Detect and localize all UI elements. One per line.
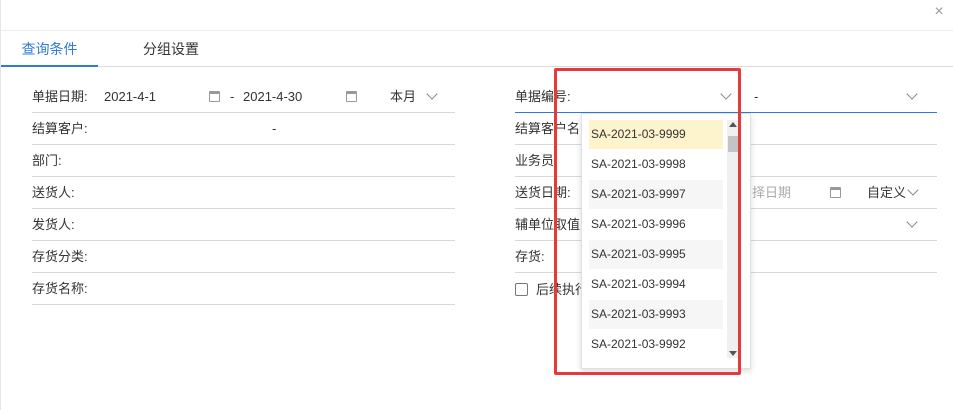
query-dialog: × 查询条件 分组设置 单据日期: 2021-4-1 - 2021-4-30 本… [0, 0, 953, 410]
field-document-date: 单据日期: 2021-4-1 - 2021-4-30 本月 [32, 81, 455, 113]
chevron-down-icon[interactable] [906, 88, 918, 100]
settlement-customer-label: 结算客户: [32, 121, 88, 136]
field-department[interactable]: 部门: [32, 145, 455, 177]
field-inventory-category[interactable]: 存货分类: [32, 241, 455, 273]
dropdown-option[interactable]: SA-2021-03-9999 [589, 120, 723, 149]
salesman-label: 业务员 [515, 153, 555, 168]
delivery-date-period-select[interactable]: 自定义 [867, 177, 906, 209]
calendar-icon[interactable] [830, 187, 841, 198]
tab-bar: 查询条件 分组设置 [1, 30, 953, 67]
chevron-down-icon[interactable] [720, 88, 732, 100]
scrollbar-thumb[interactable] [728, 136, 738, 152]
dropdown-option[interactable]: SA-2021-03-9998 [589, 150, 723, 179]
close-icon[interactable]: × [931, 4, 947, 20]
chevron-down-icon[interactable] [906, 216, 918, 228]
document-number-separator: - [754, 89, 759, 104]
dropdown-option[interactable]: SA-2021-03-9992 [589, 330, 723, 359]
field-delivery-person[interactable]: 送货人: [32, 177, 455, 209]
tab-group-settings[interactable]: 分组设置 [121, 31, 221, 67]
aux-unit-label: 辅单位取值 [515, 217, 581, 232]
dropdown-option[interactable]: SA-2021-03-9993 [589, 300, 723, 329]
follow-up-checkbox[interactable] [515, 283, 528, 296]
field-shipper[interactable]: 发货人: [32, 209, 455, 241]
chevron-down-icon[interactable] [426, 88, 438, 100]
inventory-label: 存货: [515, 249, 545, 264]
department-label: 部门: [32, 153, 62, 168]
chevron-down-icon[interactable] [907, 184, 919, 196]
delivery-date-label: 送货日期: [515, 185, 571, 200]
shipper-label: 发货人: [32, 217, 75, 232]
tab-query-conditions[interactable]: 查询条件 [1, 31, 98, 67]
inventory-category-label: 存货分类: [32, 249, 88, 264]
customer-name-label: 结算客户名 [515, 121, 581, 136]
field-inventory-name[interactable]: 存货名称: [32, 273, 455, 305]
delivery-person-label: 送货人: [32, 185, 75, 200]
dropdown-option[interactable]: SA-2021-03-9994 [589, 270, 723, 299]
document-date-label: 单据日期: [32, 89, 88, 104]
document-number-dropdown: SA-2021-03-9999 SA-2021-03-9998 SA-2021-… [581, 113, 751, 369]
field-document-number: 单据编号: - [515, 81, 937, 113]
date-to-input[interactable]: 2021-4-30 [243, 81, 302, 113]
calendar-icon[interactable] [209, 91, 220, 102]
dropdown-option[interactable]: SA-2021-03-9997 [589, 180, 723, 209]
scroll-up-arrow-icon[interactable] [729, 122, 737, 127]
field-settlement-customer: 结算客户: - [32, 113, 455, 145]
document-number-label: 单据编号: [515, 89, 571, 104]
calendar-icon[interactable] [346, 91, 357, 102]
scroll-down-arrow-icon[interactable] [729, 351, 737, 356]
delivery-date-input[interactable]: 择日期 [752, 177, 791, 209]
inventory-name-label: 存货名称: [32, 281, 88, 296]
dropdown-option[interactable]: SA-2021-03-9996 [589, 210, 723, 239]
dropdown-option[interactable]: SA-2021-03-9995 [589, 240, 723, 269]
date-from-input[interactable]: 2021-4-1 [104, 81, 156, 113]
date-range-separator: - [230, 89, 235, 104]
dropdown-scrollbar[interactable] [727, 120, 739, 358]
date-period-select[interactable]: 本月 [390, 81, 416, 113]
customer-range-separator: - [272, 121, 277, 136]
